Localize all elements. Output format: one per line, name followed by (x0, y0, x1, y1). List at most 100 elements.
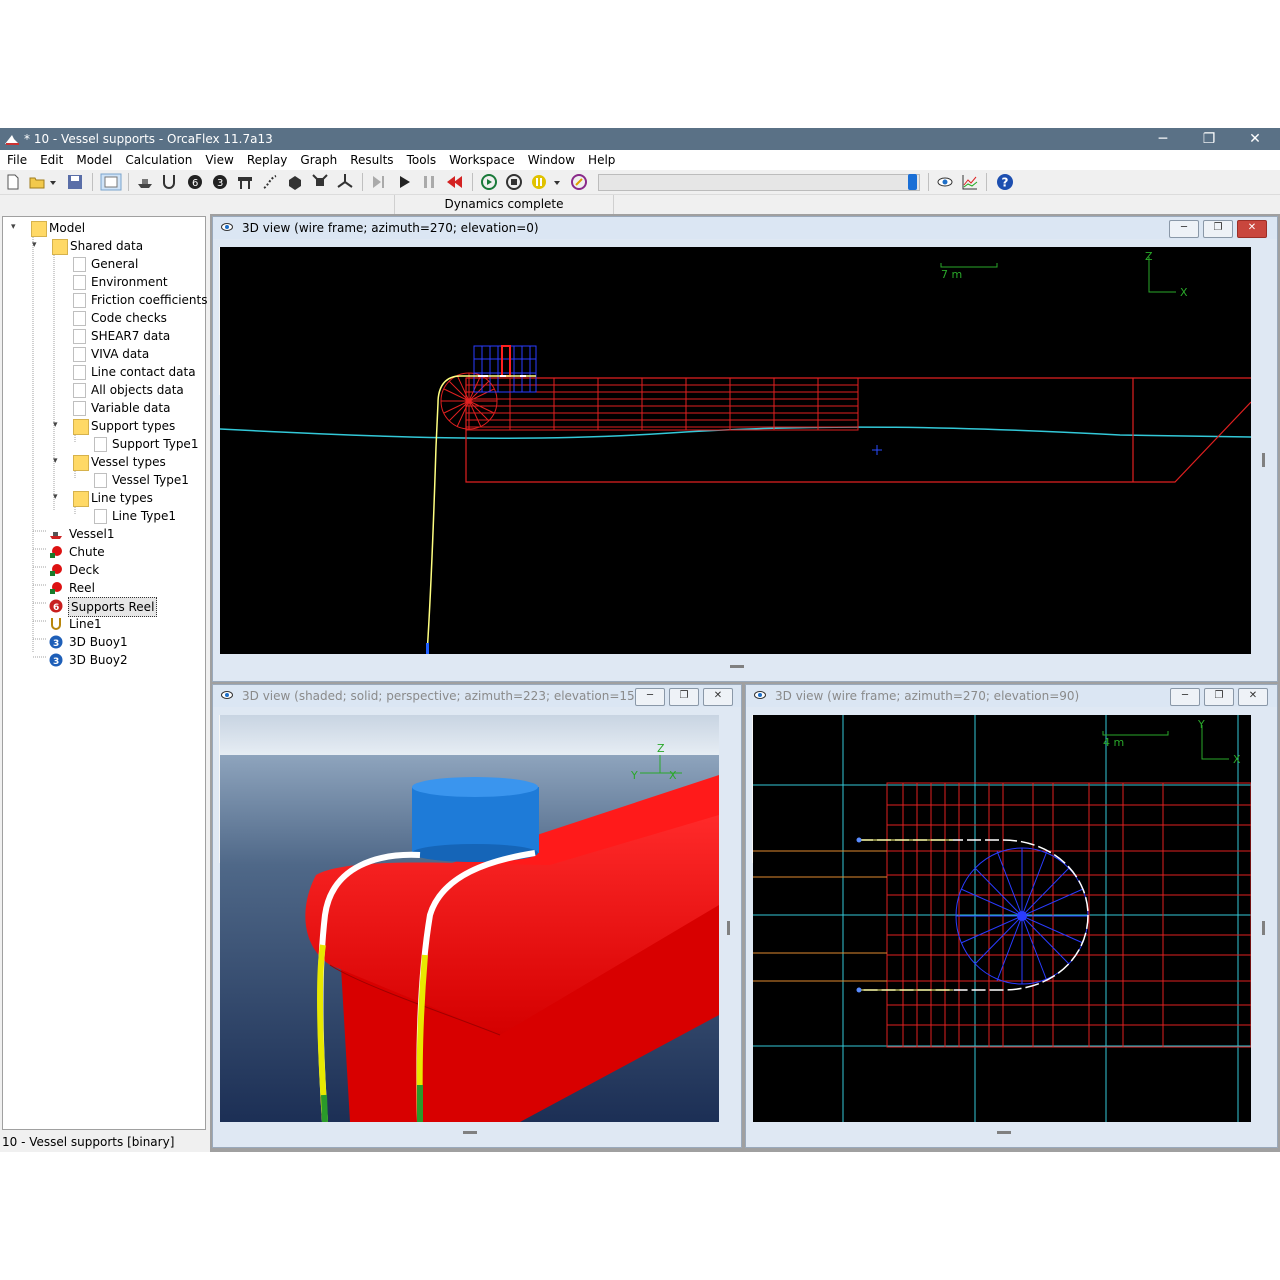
replay-progress-slider[interactable] (598, 174, 920, 191)
pause-icon[interactable] (420, 173, 438, 191)
replay-stop-icon[interactable] (505, 173, 523, 191)
scale-label: 7 m (941, 268, 962, 281)
reset-icon[interactable] (446, 173, 464, 191)
close-button[interactable]: ✕ (1232, 128, 1278, 150)
axis-label-z: Z (657, 742, 665, 755)
folder-icon (73, 455, 89, 471)
view-restore-button[interactable]: ❐ (669, 688, 699, 706)
minimize-button[interactable]: ─ (1140, 128, 1186, 150)
statics-icon[interactable] (370, 173, 388, 191)
new-file-icon[interactable] (4, 173, 22, 191)
view-restore-button[interactable]: ❐ (1204, 688, 1234, 706)
menu-view[interactable]: View (198, 150, 239, 167)
help-icon[interactable]: ? (996, 173, 1014, 191)
3d-viewport-plan[interactable]: 4 m Y X (753, 715, 1251, 1122)
menu-help[interactable]: Help (581, 150, 621, 167)
view-minimize-button[interactable]: ─ (1170, 688, 1200, 706)
page-icon (73, 257, 86, 272)
add-3d-view-icon[interactable] (936, 173, 954, 191)
bottom-resize-grip[interactable] (730, 665, 744, 668)
wireframe-plan-view: 4 m Y X (753, 715, 1251, 1122)
add-graph-icon[interactable] (961, 173, 979, 191)
3d-viewport-side[interactable]: 7 m Z X (220, 247, 1251, 654)
model-browser-icon[interactable] (100, 173, 122, 191)
page-icon (73, 275, 86, 290)
collapse-chevron-icon[interactable]: ▾ (32, 241, 41, 250)
view-minimize-button[interactable]: ─ (1169, 220, 1199, 238)
view-minimize-button[interactable]: ─ (635, 688, 665, 706)
menu-edit[interactable]: Edit (33, 150, 69, 167)
menu-replay[interactable]: Replay (240, 150, 294, 167)
view-window-top[interactable]: 3D view (wire frame; azimuth=270; elevat… (212, 216, 1278, 682)
right-resize-grip[interactable] (1262, 453, 1265, 467)
menu-graph[interactable]: Graph (293, 150, 343, 167)
open-file-icon[interactable] (28, 173, 46, 191)
view-close-button[interactable]: ✕ (1237, 220, 1267, 238)
collapse-chevron-icon[interactable]: ▾ (53, 493, 62, 502)
view-title: 3D view (wire frame; azimuth=270; elevat… (242, 221, 539, 235)
folder-icon (52, 239, 68, 255)
collapse-chevron-icon[interactable]: ▾ (53, 457, 62, 466)
replay-pause-icon[interactable] (530, 173, 548, 191)
window-title: * 10 - Vessel supports - OrcaFlex 11.7a1… (24, 132, 273, 146)
view-title-bar[interactable]: 3D view (wire frame; azimuth=270; elevat… (213, 217, 1277, 239)
page-icon (73, 311, 86, 326)
view-window-plan[interactable]: 3D view (wire frame; azimuth=270; elevat… (745, 684, 1278, 1148)
replay-options-icon[interactable] (570, 173, 588, 191)
3d-view-eye-icon (754, 691, 766, 699)
shape-icon (50, 582, 62, 594)
model-browser-tree: ▾ Model ▾ Shared data General Environmen… (2, 216, 208, 1130)
menu-workspace[interactable]: Workspace (442, 150, 521, 167)
view-title: 3D view (wire frame; azimuth=270; elevat… (775, 689, 1080, 703)
menu-file[interactable]: File (0, 150, 33, 167)
open-dropdown-icon[interactable] (48, 173, 58, 191)
status-bar-filename: 10 - Vessel supports [binary] (2, 1135, 175, 1149)
menu-window[interactable]: Window (521, 150, 581, 167)
svg-text:6: 6 (53, 603, 59, 613)
menu-calculation[interactable]: Calculation (118, 150, 198, 167)
view-title-bar[interactable]: 3D view (shaded; solid; perspective; azi… (213, 685, 741, 707)
axis-label-x: X (1233, 753, 1241, 766)
bottom-resize-grip[interactable] (463, 1131, 477, 1134)
view-window-shaded[interactable]: 3D view (shaded; solid; perspective; azi… (212, 684, 742, 1148)
line-icon (51, 618, 61, 630)
new-6d-buoy-icon[interactable]: 6 (186, 173, 204, 191)
new-vessel-icon[interactable] (136, 173, 154, 191)
menu-model[interactable]: Model (69, 150, 118, 167)
new-shape-icon[interactable] (286, 173, 304, 191)
svg-text:3: 3 (217, 178, 223, 189)
shape-icon (50, 546, 62, 558)
menu-results[interactable]: Results (343, 150, 399, 167)
bottom-resize-grip[interactable] (997, 1131, 1011, 1134)
view-title-bar[interactable]: 3D view (wire frame; azimuth=270; elevat… (746, 685, 1277, 707)
view-close-button[interactable]: ✕ (703, 688, 733, 706)
view-restore-button[interactable]: ❐ (1203, 220, 1233, 238)
orcaflex-app-icon (5, 135, 19, 145)
new-winch-icon[interactable] (236, 173, 254, 191)
new-constraint-icon[interactable] (311, 173, 329, 191)
collapse-chevron-icon[interactable]: ▾ (11, 223, 20, 232)
replay-dropdown-icon[interactable] (552, 173, 562, 191)
menu-tools[interactable]: Tools (400, 150, 443, 167)
page-icon (73, 401, 86, 416)
axis-label-y: Y (630, 769, 638, 782)
collapse-chevron-icon[interactable]: ▾ (53, 421, 62, 430)
right-resize-grip[interactable] (727, 921, 730, 935)
new-turbine-icon[interactable] (336, 173, 354, 191)
3d-viewport-shaded[interactable]: Z Y X (220, 715, 719, 1122)
restore-button[interactable]: ❐ (1186, 128, 1232, 150)
axis-label-x: X (1180, 286, 1188, 299)
replay-slider-thumb[interactable] (908, 174, 917, 190)
3d-buoy-icon: 3 (49, 653, 63, 667)
new-link-icon[interactable] (261, 173, 279, 191)
new-3d-buoy-icon[interactable]: 3 (211, 173, 229, 191)
right-resize-grip[interactable] (1262, 921, 1265, 935)
replay-start-icon[interactable] (480, 173, 498, 191)
page-icon (73, 347, 86, 362)
save-icon[interactable] (66, 173, 84, 191)
3d-view-eye-icon (221, 691, 233, 699)
new-line-icon[interactable] (160, 173, 178, 191)
view-close-button[interactable]: ✕ (1238, 688, 1268, 706)
run-simulation-icon[interactable] (396, 173, 414, 191)
folder-icon (73, 491, 89, 507)
